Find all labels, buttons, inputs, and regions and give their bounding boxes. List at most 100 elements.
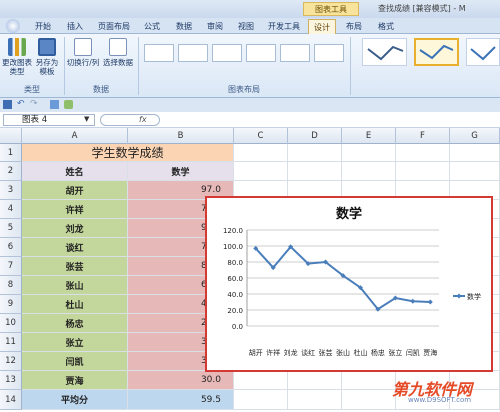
row-header[interactable]: 4	[0, 200, 22, 219]
student-name-cell[interactable]: 杜山	[22, 295, 128, 314]
empty-cell[interactable]	[288, 371, 342, 390]
empty-cell[interactable]	[288, 162, 342, 181]
select-all-corner[interactable]	[0, 128, 22, 144]
student-name-cell[interactable]: 张芸	[22, 257, 128, 276]
column-header-c[interactable]: C	[234, 128, 288, 144]
student-name-cell[interactable]: 胡开	[22, 181, 128, 200]
student-name-cell[interactable]: 张山	[22, 276, 128, 295]
student-name-cell[interactable]: 张立	[22, 333, 128, 352]
print-icon[interactable]	[50, 100, 59, 109]
save-icon[interactable]	[3, 100, 12, 109]
header-score-cell[interactable]: 数学	[128, 162, 234, 181]
y-tick-label: 120.0	[223, 227, 243, 235]
row-header[interactable]: 2	[0, 162, 22, 181]
fx-button[interactable]: fx	[100, 114, 160, 126]
change-chart-type-button[interactable]: 更改图表类型	[2, 38, 32, 76]
tab-layout[interactable]: 布局	[340, 19, 368, 34]
line-chart[interactable]: 数学 0.0 20.0 40.0 60.0 80.0 100.0 120.0 胡开 许祥 刘龙 谈红张…	[205, 196, 493, 372]
row-header[interactable]: 1	[0, 144, 22, 162]
column-header-f[interactable]: F	[396, 128, 450, 144]
chart-layout-1[interactable]	[144, 44, 174, 62]
y-tick-label: 80.0	[227, 259, 243, 267]
y-tick-label: 20.0	[227, 307, 243, 315]
empty-cell[interactable]	[342, 144, 396, 162]
legend-marker	[456, 293, 462, 299]
student-name-cell[interactable]: 闫凯	[22, 352, 128, 371]
student-name-cell[interactable]: 谈红	[22, 238, 128, 257]
save-as-template-button[interactable]: 另存为模板	[33, 38, 61, 76]
column-header-e[interactable]: E	[342, 128, 396, 144]
empty-cell[interactable]	[234, 144, 288, 162]
student-name-cell[interactable]: 贾海	[22, 371, 128, 390]
column-header-b[interactable]: B	[128, 128, 234, 144]
chart-layout-6[interactable]	[314, 44, 344, 62]
ribbon-separator	[138, 37, 139, 95]
chart-style-1[interactable]	[362, 38, 407, 66]
empty-cell[interactable]	[396, 162, 450, 181]
office-button[interactable]	[2, 19, 24, 34]
tab-data[interactable]: 数据	[170, 19, 198, 34]
tab-review[interactable]: 审阅	[201, 19, 229, 34]
student-score-cell[interactable]: 30.0	[128, 371, 234, 390]
empty-cell[interactable]	[342, 162, 396, 181]
chart-title: 数学	[336, 206, 362, 222]
x-tick-label: 许祥	[266, 348, 280, 357]
chart-style-3[interactable]	[466, 38, 500, 66]
redo-icon[interactable]: ↷	[30, 99, 38, 109]
average-value-cell[interactable]: 59.5	[128, 390, 234, 410]
student-name-cell[interactable]: 刘龙	[22, 219, 128, 238]
chart-layout-2[interactable]	[178, 44, 208, 62]
tab-format[interactable]: 格式	[372, 19, 400, 34]
student-name-cell[interactable]: 许祥	[22, 200, 128, 219]
column-header-g[interactable]: G	[450, 128, 500, 144]
row-header[interactable]: 14	[0, 390, 22, 410]
chart-layout-5[interactable]	[280, 44, 310, 62]
empty-cell[interactable]	[288, 144, 342, 162]
empty-cell[interactable]	[342, 390, 396, 410]
header-name-cell[interactable]: 姓名	[22, 162, 128, 181]
empty-cell[interactable]	[396, 144, 450, 162]
name-box-dropdown-icon[interactable]: ▼	[84, 115, 89, 123]
empty-cell[interactable]	[234, 162, 288, 181]
row-header[interactable]: 13	[0, 371, 22, 390]
row-header[interactable]: 7	[0, 257, 22, 276]
sheet-title-cell[interactable]: 学生数学成绩	[22, 144, 234, 162]
y-tick-label: 0.0	[232, 323, 243, 331]
row-header[interactable]: 3	[0, 181, 22, 200]
student-name-cell[interactable]: 杨忠	[22, 314, 128, 333]
x-tick-label: 胡开	[249, 348, 263, 357]
row-header[interactable]: 10	[0, 314, 22, 333]
tab-insert[interactable]: 插入	[60, 19, 90, 34]
empty-cell[interactable]	[342, 371, 396, 390]
tab-page-layout[interactable]: 页面布局	[93, 19, 135, 34]
empty-cell[interactable]	[288, 390, 342, 410]
empty-cell[interactable]	[234, 371, 288, 390]
switch-row-column-button[interactable]: 切换行/列	[66, 38, 100, 67]
column-header-a[interactable]: A	[22, 128, 128, 144]
name-box[interactable]: 图表 4	[3, 114, 95, 126]
chart-style-2-selected[interactable]	[414, 38, 459, 66]
chart-layout-4[interactable]	[246, 44, 276, 62]
tab-home[interactable]: 开始	[28, 19, 58, 34]
y-tick-label: 60.0	[227, 275, 243, 283]
empty-cell[interactable]	[234, 390, 288, 410]
row-header[interactable]: 6	[0, 238, 22, 257]
row-header[interactable]: 12	[0, 352, 22, 371]
row-header[interactable]: 9	[0, 295, 22, 314]
column-header-d[interactable]: D	[288, 128, 342, 144]
preview-icon[interactable]	[64, 100, 73, 109]
chart-layout-3[interactable]	[212, 44, 242, 62]
tab-view[interactable]: 视图	[232, 19, 260, 34]
row-header[interactable]: 11	[0, 333, 22, 352]
undo-icon[interactable]: ↶	[17, 99, 25, 109]
empty-cell[interactable]	[450, 144, 500, 162]
row-header[interactable]: 8	[0, 276, 22, 295]
tab-developer[interactable]: 开发工具	[264, 19, 304, 34]
select-data-button[interactable]: 选择数据	[101, 38, 135, 67]
average-label-cell[interactable]: 平均分	[22, 390, 128, 410]
empty-cell[interactable]	[450, 162, 500, 181]
row-header[interactable]: 5	[0, 219, 22, 238]
tab-formulas[interactable]: 公式	[138, 19, 166, 34]
x-tick-label: 刘龙	[284, 348, 298, 357]
tab-design[interactable]: 设计	[308, 19, 336, 34]
